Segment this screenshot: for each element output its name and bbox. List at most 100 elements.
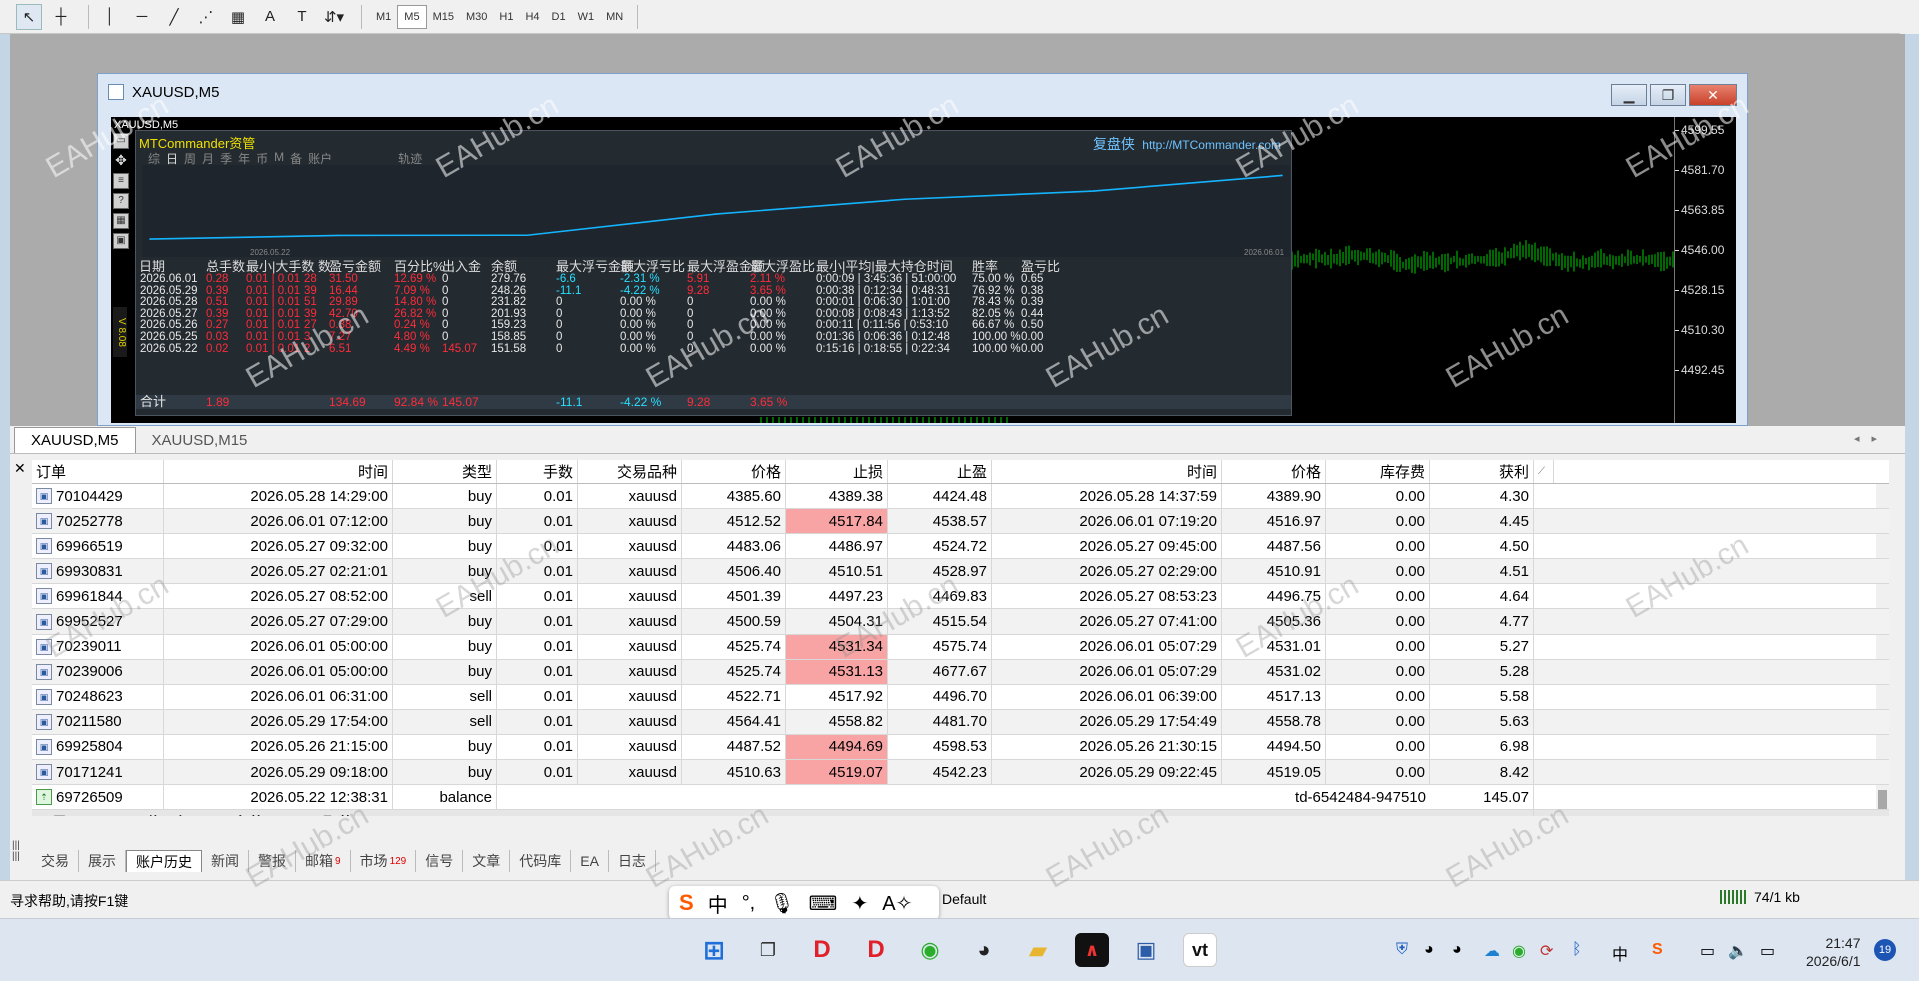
vt-app-icon[interactable]: vt xyxy=(1183,933,1217,967)
list-icon[interactable]: ≡ xyxy=(113,173,129,189)
punctuation-icon[interactable]: °, xyxy=(742,892,756,915)
history-header-tp[interactable]: 止盈 xyxy=(888,460,992,483)
help-icon[interactable]: ? xyxy=(113,193,129,209)
history-header-type[interactable]: 类型 xyxy=(393,460,497,483)
start-icon[interactable]: ⊞ xyxy=(697,933,731,967)
timeframe-m15[interactable]: M15 xyxy=(427,5,460,29)
history-header-open_time[interactable]: 时间 xyxy=(164,460,393,483)
history-row[interactable]: ▣ 70239011 2026.06.01 05:00:00 buy 0.01 xauus… xyxy=(32,634,1889,660)
history-row[interactable]: ▣ 70252778 2026.06.01 07:12:00 buy 0.01 xauus… xyxy=(32,509,1889,535)
fibonacci-icon[interactable]: ⋰ xyxy=(193,4,219,30)
terminal-tab[interactable]: 信号 xyxy=(416,850,464,872)
timeframe-m1[interactable]: M1 xyxy=(370,5,397,29)
display-icon[interactable]: ▭ xyxy=(1700,941,1715,961)
history-header-profit[interactable]: 获利 xyxy=(1430,460,1534,483)
timeframe-d1[interactable]: D1 xyxy=(546,5,572,29)
app-d-red2-icon[interactable]: D xyxy=(859,933,893,967)
folder-icon[interactable]: ▰ xyxy=(1021,933,1055,967)
notification-badge[interactable]: 19 xyxy=(1874,939,1896,961)
keyboard-icon[interactable]: ⌨ xyxy=(809,891,838,916)
battery-icon[interactable]: ▭ xyxy=(1760,941,1775,961)
minimize-button[interactable]: ▁ xyxy=(1611,84,1647,106)
shield-icon[interactable]: ⛨ xyxy=(1396,941,1408,959)
taskview-icon[interactable]: ❐ xyxy=(751,933,785,967)
sync-icon[interactable]: ⟳ xyxy=(1540,941,1553,961)
app-d-red-icon[interactable]: D xyxy=(805,933,839,967)
terminal-tab[interactable]: 账户历史 xyxy=(126,850,202,872)
history-row[interactable]: ▣ 70211580 2026.05.29 17:54:00 sell 0.01 xauu… xyxy=(32,709,1889,735)
history-header-lots[interactable]: 手数 xyxy=(497,460,578,483)
window-icon[interactable]: ▣ xyxy=(113,233,129,249)
sogou-logo-icon[interactable]: S xyxy=(679,890,694,916)
move-icon[interactable]: ✥ xyxy=(113,153,129,169)
bluetooth-icon[interactable]: ᛒ xyxy=(1572,941,1582,959)
mtcommander-panel[interactable]: MTCommander资管 复盘侠 http://MTCommander.com… xyxy=(135,130,1292,416)
history-header-order[interactable]: 订单 xyxy=(32,460,164,483)
timeframe-w1[interactable]: W1 xyxy=(572,5,601,29)
column-settings-icon[interactable]: ⟋ xyxy=(1534,460,1554,483)
history-header-symbol[interactable]: 交易品种 xyxy=(578,460,682,483)
timeframe-mn[interactable]: MN xyxy=(600,5,629,29)
qq-icon[interactable]: ◕ xyxy=(967,933,1001,967)
app-a-icon[interactable]: ∧ xyxy=(1075,933,1109,967)
system-clock[interactable]: 21:47 2026/6/1 xyxy=(1806,934,1861,970)
chart-window[interactable]: XAUUSD,M5 ▁ ❐ ✕ XAUUSD,M5 ▭ ✥ ≡ ? ▦ ▣ V … xyxy=(97,73,1748,426)
terminal-tab[interactable]: 邮箱 9 xyxy=(296,850,351,872)
price-axis[interactable]: 4599.55 4581.70 4563.85 4546.00 4528.15 4510.… xyxy=(1674,117,1736,423)
ime-toolbar[interactable]: S 中 °, 🎙 ⌨ ✦ A✧ xyxy=(669,886,939,920)
account-history-table[interactable]: 订单 时间 类型 手数 交易品种 价格 止损 止盈 时间 价格 库存费 获利 ⟋ ▣ 70104429 202… xyxy=(32,460,1889,816)
terminal-tab[interactable]: 日志 xyxy=(609,850,656,872)
timeframe-h1[interactable]: H1 xyxy=(493,5,519,29)
sogou-tray-icon[interactable]: S xyxy=(1652,941,1663,959)
maximize-button[interactable]: ❐ xyxy=(1650,84,1686,106)
chart-window-titlebar[interactable]: XAUUSD,M5 xyxy=(98,74,1747,110)
history-row[interactable]: ▣ 70248623 2026.06.01 06:31:00 sell 0.01 xauu… xyxy=(32,684,1889,710)
terminal-tab[interactable]: 新闻 xyxy=(202,850,249,872)
terminal-tab[interactable]: 代码库 xyxy=(510,850,572,872)
history-row[interactable]: ▣ 70104429 2026.05.28 14:29:00 buy 0.01 xauus… xyxy=(32,484,1889,510)
history-row[interactable]: ▣ 70239006 2026.06.01 05:00:00 buy 0.01 xauus… xyxy=(32,659,1889,685)
site-url[interactable]: http://MTCommander.com xyxy=(1142,138,1281,152)
arrow-dropdown-icon[interactable]: ⇵▾ xyxy=(321,4,347,30)
qq-tray2-icon[interactable]: ◕ xyxy=(1452,941,1462,959)
history-row[interactable]: ▣ 69930831 2026.05.27 02:21:01 buy 0.01 xauus… xyxy=(32,559,1889,585)
timeframe-h4[interactable]: H4 xyxy=(519,5,545,29)
cursor-icon[interactable]: ↖ xyxy=(16,3,42,30)
history-row[interactable]: ▣ 69961844 2026.05.27 08:52:00 sell 0.01 xauu… xyxy=(32,584,1889,610)
history-row[interactable]: ▣ 70171241 2026.05.29 09:18:00 buy 0.01 xauus… xyxy=(32,760,1889,786)
tab-scroll-arrows[interactable]: ◂▸ xyxy=(1854,432,1889,445)
tray-lang-icon[interactable]: 中 xyxy=(1612,941,1628,965)
balance-row[interactable]: ⇡ 69726509 2026.05.22 12:38:31 balance td-65… xyxy=(32,785,1889,811)
terminal-grip-icon[interactable]: ||| ||| xyxy=(12,840,28,870)
chart-tab[interactable]: XAUUSD,M15 xyxy=(136,427,264,453)
terminal-close-icon[interactable]: ✕ xyxy=(14,460,26,477)
chart-tab[interactable]: XAUUSD,M5 xyxy=(14,427,136,453)
history-row[interactable]: ▣ 69966519 2026.05.27 09:32:00 buy 0.01 xauus… xyxy=(32,534,1889,560)
text-icon[interactable]: A xyxy=(257,4,283,30)
cloud-icon[interactable]: ☁ xyxy=(1484,941,1500,961)
terminal-tab[interactable]: 市场 129 xyxy=(351,850,417,872)
skin-icon[interactable]: ✦ xyxy=(852,891,869,916)
crosshair-icon[interactable]: ┼ xyxy=(48,4,74,30)
vertical-line-icon[interactable]: │ xyxy=(97,4,123,30)
horizontal-line-icon[interactable]: ─ xyxy=(129,4,155,30)
volume-icon[interactable]: 🔈 xyxy=(1728,941,1748,961)
close-button[interactable]: ✕ xyxy=(1689,84,1737,106)
timeframe-m5[interactable]: M5 xyxy=(397,4,427,29)
network-app-icon[interactable]: ▣ xyxy=(1129,933,1163,967)
microphone-icon[interactable]: 🎙 xyxy=(769,891,794,916)
wechat-icon[interactable]: ◉ xyxy=(913,933,947,967)
trendline-icon[interactable]: ╱ xyxy=(161,4,187,30)
wechat-tray-icon[interactable]: ◉ xyxy=(1512,941,1526,961)
history-header-sl[interactable]: 止损 xyxy=(786,460,888,483)
history-row[interactable]: ▣ 69925804 2026.05.26 21:15:00 buy 0.01 xauus… xyxy=(32,734,1889,761)
timeframe-m30[interactable]: M30 xyxy=(460,5,493,29)
terminal-tab[interactable]: 展示 xyxy=(79,850,126,872)
history-row[interactable]: ▣ 69952527 2026.05.27 07:29:00 buy 0.01 xauus… xyxy=(32,609,1889,635)
qq-tray-icon[interactable]: ◕ xyxy=(1424,941,1434,959)
history-header-close_price[interactable]: 价格 xyxy=(1222,460,1326,483)
history-header-close_time[interactable]: 时间 xyxy=(992,460,1222,483)
grid-icon[interactable]: ▦ xyxy=(113,213,129,229)
history-header-open_price[interactable]: 价格 xyxy=(682,460,786,483)
channel-icon[interactable]: ▦ xyxy=(225,4,251,30)
